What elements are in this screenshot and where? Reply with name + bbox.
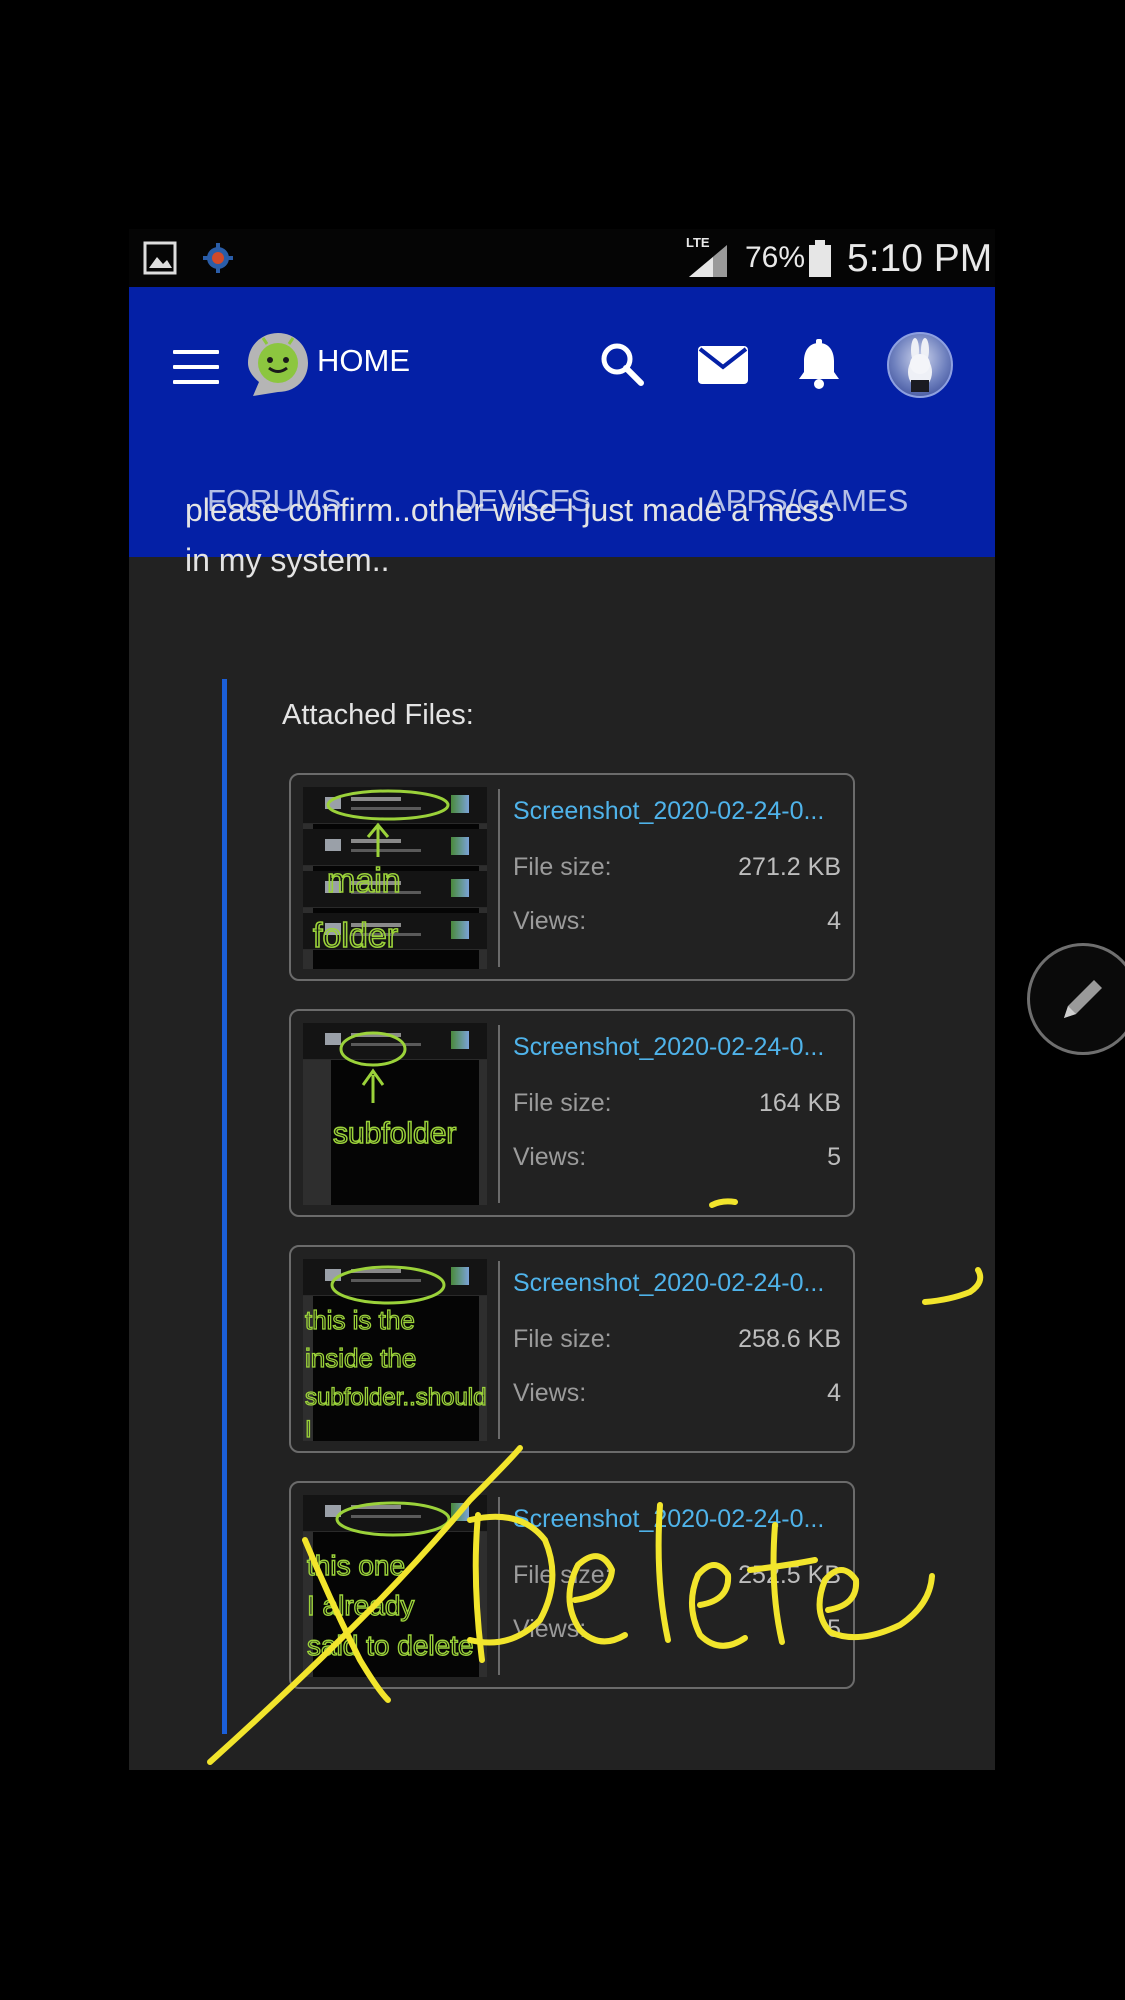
- post-line: in my system..: [185, 542, 390, 578]
- views-value: 4: [827, 1379, 841, 1407]
- attachment-thumbnail[interactable]: this is the inside the subfolder..should…: [303, 1259, 487, 1441]
- file-size-label: File size:: [513, 1561, 612, 1589]
- pen-icon: [1064, 980, 1102, 1018]
- views-label: Views:: [513, 1379, 587, 1407]
- quote-bar: [222, 679, 227, 1734]
- svg-text:this one: this one: [307, 1550, 405, 1581]
- attached-files-title: Attached Files:: [282, 699, 474, 731]
- droid-logo-icon[interactable]: [245, 330, 311, 403]
- svg-text:I: I: [305, 1416, 312, 1441]
- post-line: please confirm..other wise I just made a…: [185, 492, 835, 528]
- views-value: 5: [827, 1615, 841, 1643]
- views-label: Views:: [513, 907, 587, 935]
- attachment-thumbnail[interactable]: subfolder: [303, 1023, 487, 1205]
- attachment-thumbnail[interactable]: this one I already said to delete: [303, 1495, 487, 1677]
- attachment-filename[interactable]: Screenshot_2020-02-24-0...: [513, 1033, 824, 1062]
- file-size-value: 258.6 KB: [738, 1325, 841, 1353]
- attachment-filename[interactable]: Screenshot_2020-02-24-0...: [513, 1269, 824, 1298]
- svg-text:main: main: [327, 862, 401, 900]
- svg-text:subfolder..should: subfolder..should: [305, 1384, 486, 1411]
- views-value: 5: [827, 1143, 841, 1171]
- attachment-card[interactable]: this one I already said to delete Screen…: [289, 1481, 855, 1689]
- file-size-label: File size:: [513, 853, 612, 881]
- search-icon[interactable]: [599, 341, 645, 392]
- post-body: please confirm..other wise I just made a…: [185, 479, 945, 585]
- views-label: Views:: [513, 1615, 587, 1643]
- signal-icon: [687, 243, 729, 284]
- file-size-label: File size:: [513, 1325, 612, 1353]
- attachment-card[interactable]: subfolder Screenshot_2020-02-24-0... Fil…: [289, 1009, 855, 1217]
- mail-icon[interactable]: [697, 345, 749, 390]
- attachment-filename[interactable]: Screenshot_2020-02-24-0...: [513, 797, 824, 826]
- svg-text:said to delete: said to delete: [307, 1630, 474, 1661]
- avatar[interactable]: [887, 332, 953, 398]
- clock: 5:10 PM: [847, 237, 993, 280]
- file-size-label: File size:: [513, 1089, 612, 1117]
- status-bar: LTE 76% 5:10 PM: [129, 229, 995, 287]
- home-label[interactable]: HOME: [317, 343, 410, 379]
- battery-icon: [807, 239, 833, 284]
- attachment-card[interactable]: this is the inside the subfolder..should…: [289, 1245, 855, 1453]
- menu-icon[interactable]: [173, 350, 219, 384]
- svg-text:folder: folder: [313, 917, 398, 955]
- attachment-card[interactable]: main folder Screenshot_2020-02-24-0... F…: [289, 773, 855, 981]
- gallery-icon: [143, 241, 177, 280]
- battery-percent: 76%: [745, 241, 806, 274]
- attachment-filename[interactable]: Screenshot_2020-02-24-0...: [513, 1505, 824, 1534]
- svg-text:I already: I already: [307, 1590, 414, 1621]
- file-size-value: 164 KB: [758, 1089, 841, 1117]
- views-value: 4: [827, 907, 841, 935]
- file-size-value: 271.2 KB: [738, 853, 841, 881]
- attachment-thumbnail[interactable]: main folder: [303, 787, 487, 969]
- edit-pen-button[interactable]: [1027, 943, 1125, 1055]
- svg-text:subfolder: subfolder: [333, 1117, 456, 1150]
- file-size-value: 252.5 KB: [738, 1561, 841, 1589]
- phone-screen: LTE 76% 5:10 PM HOME FORUMS DEVICES APPS…: [129, 229, 995, 1770]
- svg-text:inside the: inside the: [305, 1343, 416, 1373]
- views-label: Views:: [513, 1143, 587, 1171]
- bell-icon[interactable]: [797, 339, 841, 396]
- settings-gear-icon: [201, 241, 235, 280]
- svg-text:this is the: this is the: [305, 1305, 415, 1335]
